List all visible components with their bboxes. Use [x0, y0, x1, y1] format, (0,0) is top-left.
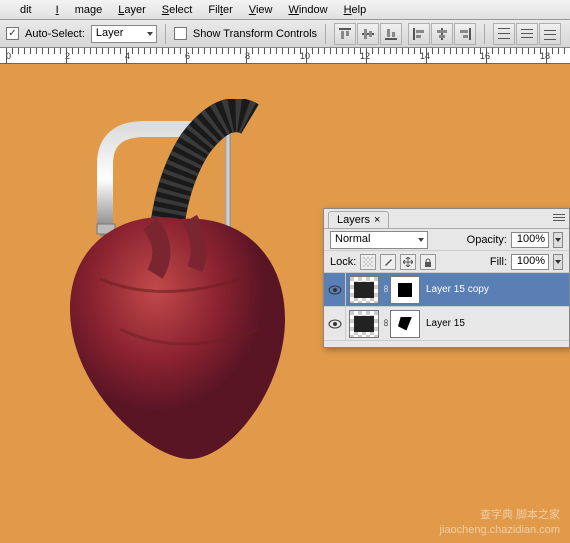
menu-edit[interactable]: dit	[4, 1, 48, 19]
layer-row[interactable]: 𝟾 Layer 15	[324, 307, 569, 341]
layer-name-label[interactable]: Layer 15	[426, 318, 465, 329]
align-right-button[interactable]	[454, 23, 476, 45]
align-bottom-button[interactable]	[380, 23, 402, 45]
tab-layers[interactable]: Layers×	[328, 211, 389, 228]
link-icon: 𝟾	[382, 318, 390, 329]
lock-position-button[interactable]	[400, 254, 416, 270]
menu-layer[interactable]: Layer	[110, 1, 154, 19]
autoselect-label: Auto-Select:	[25, 28, 85, 40]
autoselect-checkbox[interactable]	[6, 27, 19, 40]
visibility-toggle[interactable]	[324, 273, 346, 307]
distribute-top-button[interactable]	[493, 23, 515, 45]
heart-graphic	[60, 209, 295, 464]
blend-mode-dropdown[interactable]: Normal	[330, 231, 428, 249]
distribute-group	[493, 23, 561, 45]
menubar: dit Image Layer Select Filter View Windo…	[0, 0, 570, 20]
menu-select[interactable]: Select	[154, 1, 201, 19]
menu-filter[interactable]: Filter	[200, 1, 240, 19]
align-vcenter-button[interactable]	[357, 23, 379, 45]
menu-view[interactable]: View	[241, 1, 281, 19]
lock-all-button[interactable]	[420, 254, 436, 270]
fill-flyout-button[interactable]	[553, 254, 563, 270]
layer-thumbnail[interactable]	[349, 310, 379, 338]
mask-thumbnail[interactable]	[390, 276, 420, 304]
opacity-flyout-button[interactable]	[553, 232, 563, 248]
panel-tabs: Layers×	[324, 209, 569, 229]
blend-opacity-row: Normal Opacity: 100%	[324, 229, 569, 251]
lock-fill-row: Lock: Fill: 100%	[324, 251, 569, 273]
showtransform-label: Show Transform Controls	[193, 28, 317, 40]
distribute-bottom-button[interactable]	[539, 23, 561, 45]
mask-thumbnail[interactable]	[390, 310, 420, 338]
panel-menu-icon[interactable]	[553, 213, 565, 223]
close-icon[interactable]: ×	[374, 214, 380, 226]
lock-pixels-button[interactable]	[380, 254, 396, 270]
opacity-field[interactable]: 100%	[511, 232, 549, 248]
distribute-vcenter-button[interactable]	[516, 23, 538, 45]
horizontal-ruler: 0 2 4 6 8 10 12 14 16 18	[0, 48, 570, 64]
menu-image[interactable]: Image	[48, 1, 111, 19]
align-left-button[interactable]	[408, 23, 430, 45]
layers-list: 𝟾 Layer 15 copy 𝟾 Layer 15	[324, 273, 569, 341]
menu-help[interactable]: Help	[336, 1, 375, 19]
options-bar: Auto-Select: Layer Show Transform Contro…	[0, 20, 570, 48]
link-icon: 𝟾	[382, 284, 390, 295]
visibility-toggle[interactable]	[324, 307, 346, 341]
opacity-label: Opacity:	[467, 234, 507, 246]
fill-label: Fill:	[490, 256, 507, 268]
autoselect-target-dropdown[interactable]: Layer	[91, 25, 157, 43]
align-hcenter-button[interactable]	[431, 23, 453, 45]
align-group-1	[334, 23, 402, 45]
layer-thumbnail[interactable]	[349, 276, 379, 304]
align-top-button[interactable]	[334, 23, 356, 45]
layers-panel[interactable]: Layers× Normal Opacity: 100% Lock: Fill:…	[323, 208, 570, 348]
lock-label: Lock:	[330, 256, 356, 268]
menu-window[interactable]: Window	[280, 1, 335, 19]
watermark: 查字典 脚本之家 jiaocheng.chazidian.com	[440, 508, 560, 537]
showtransform-checkbox[interactable]	[174, 27, 187, 40]
fill-field[interactable]: 100%	[511, 254, 549, 270]
align-group-2	[408, 23, 476, 45]
layer-row[interactable]: 𝟾 Layer 15 copy	[324, 273, 569, 307]
layer-name-label[interactable]: Layer 15 copy	[426, 284, 489, 295]
lock-transparency-button[interactable]	[360, 254, 376, 270]
